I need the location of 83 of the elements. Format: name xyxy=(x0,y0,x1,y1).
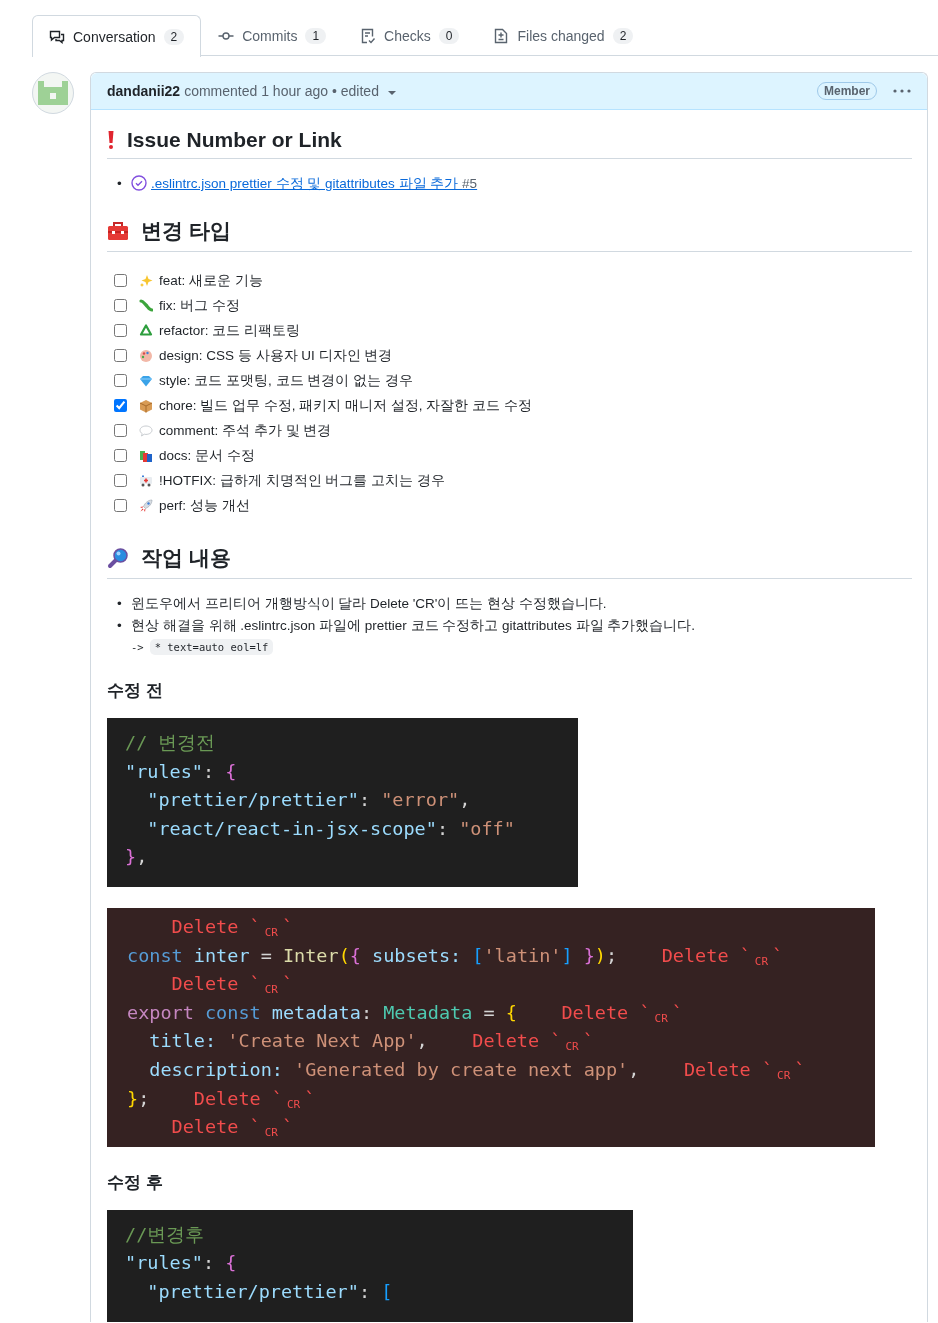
code-line: // 변경전 xyxy=(125,731,216,755)
code-line: const inter = Inter({ subsets: ['latin'] }); Delete ` $_{CR}$ ` xyxy=(127,943,784,970)
subheading: 수정 후 xyxy=(107,1171,164,1194)
checkbox[interactable] xyxy=(114,349,127,362)
caret-icon[interactable] xyxy=(386,88,397,98)
toolbox-icon xyxy=(107,221,129,241)
code-line: "prettier/prettier": [ xyxy=(146,1279,393,1304)
palette-icon xyxy=(139,348,153,363)
tab-label: Files changed xyxy=(517,28,605,44)
code-line: Delete ` $_{CR}$ ` xyxy=(170,972,294,999)
code-line: }, xyxy=(125,845,148,870)
code-line: title: 'Create Next App', Delete ` $_{CR}$ ` xyxy=(148,1029,594,1056)
speech-bubbles-icon xyxy=(49,28,65,45)
checkbox[interactable] xyxy=(114,324,127,337)
code-line: description: 'Generated by create next app', Delete ` $_{CR}$ ` xyxy=(148,1057,806,1084)
check-circle-icon xyxy=(131,175,147,191)
checkbox[interactable] xyxy=(114,374,127,387)
section-heading: 변경 타입 xyxy=(141,218,231,244)
checkbox-label: chore: 빌드 업무 수정, 패키지 매니저 설정, 자잘한 코드 수정 xyxy=(159,396,532,415)
count-badge: 2 xyxy=(612,28,634,44)
tab-label: Conversation xyxy=(73,28,156,45)
code-line: "prettier/prettier": "error", xyxy=(146,788,471,813)
diamond-icon xyxy=(139,373,153,388)
subheading: 수정 전 xyxy=(107,680,164,702)
caterpillar-icon xyxy=(139,298,153,313)
checkbox[interactable] xyxy=(114,399,127,412)
checkbox[interactable] xyxy=(114,499,127,512)
code-line: "rules": { xyxy=(125,1251,237,1276)
code-line: "react/react-in-jsx-scope": "off" xyxy=(146,816,515,841)
exclamation-icon xyxy=(107,130,115,150)
speech-bubble-icon xyxy=(139,423,153,438)
checkbox[interactable] xyxy=(114,474,127,487)
section-heading: 작업 내용 xyxy=(141,545,231,571)
checkbox-label: fix: 버그 수정 xyxy=(159,296,240,315)
tab[interactable]: Conversation 2 xyxy=(32,15,202,57)
checkbox-label: refactor: 코드 리팩토링 xyxy=(159,321,301,340)
count-badge: 2 xyxy=(163,28,185,45)
bullet: • xyxy=(117,596,123,611)
code-line: Delete ` $_{CR}$ ` xyxy=(170,1115,294,1142)
checkbox-label: design: CSS 등 사용자 UI 디자인 변경 xyxy=(159,346,393,365)
inline-code: * text=auto eol=lf xyxy=(149,639,274,655)
comment-meta: commented 1 hour ago • edited xyxy=(184,83,379,99)
code-line: Delete ` $_{CR}$ ` xyxy=(170,914,294,941)
checkbox[interactable] xyxy=(114,424,127,437)
checkbox-label: perf: 성능 개선 xyxy=(159,496,250,515)
checkbox-label: style: 코드 포맷팅, 코드 변경이 없는 경우 xyxy=(159,371,413,390)
checkbox[interactable] xyxy=(114,299,127,312)
recycle-icon xyxy=(139,323,153,338)
diff-file-icon xyxy=(493,28,510,44)
code-line: //변경후 xyxy=(125,1222,205,1247)
bullet: • xyxy=(117,176,123,191)
tab[interactable]: Checks 0 xyxy=(343,15,477,56)
identicon-icon xyxy=(38,80,68,106)
list-item-text: 윈도우에서 프리티어 개행방식이 달라 Delete 'CR'이 뜨는 현상 수정했습니다. xyxy=(131,596,607,611)
arrow-text: -> xyxy=(131,641,144,653)
sparkles-icon xyxy=(139,273,153,288)
code-line: "rules": { xyxy=(125,759,237,784)
checkbox-label: feat: 새로운 기능 xyxy=(159,271,263,290)
more-options-icon[interactable] xyxy=(893,88,911,94)
books-icon xyxy=(139,448,153,463)
section-heading: Issue Number or Link xyxy=(127,128,342,152)
author-link[interactable]: dandanii22 xyxy=(107,83,181,99)
tab-label: Checks xyxy=(384,28,431,44)
box-icon xyxy=(139,398,153,413)
code-line: }; Delete ` $_{CR}$ ` xyxy=(127,1086,316,1113)
bullet: • xyxy=(117,618,123,633)
checklist-icon xyxy=(360,28,377,44)
ambulance-icon xyxy=(139,473,153,488)
checkbox[interactable] xyxy=(114,274,127,287)
magnifier-icon xyxy=(107,547,129,569)
code-line: export const metadata: Metadata = { Delete ` $_{CR}$ ` xyxy=(127,1000,683,1027)
issue-link[interactable]: .eslintrc.json prettier 수정 및 gitattributes 파일 추가 #5 xyxy=(151,176,478,191)
checkbox-label: comment: 주석 추가 및 변경 xyxy=(159,421,332,440)
checkbox-label: !HOTFIX: 급하게 치명적인 버그를 고치는 경우 xyxy=(159,471,445,490)
checkbox[interactable] xyxy=(114,449,127,462)
count-badge: 1 xyxy=(305,28,327,44)
count-badge: 0 xyxy=(438,28,460,44)
tab[interactable]: Files changed 2 xyxy=(476,15,651,56)
tab-label: Commits xyxy=(242,28,298,44)
rocket-icon xyxy=(139,498,153,513)
list-item-text: 현상 해결을 위해 .eslintrc.json 파일에 prettier 코드 수정하고 gitattributes 파일 추가했습니다. xyxy=(131,618,696,633)
tab[interactable]: Commits 1 xyxy=(201,15,344,56)
checkbox-label: docs: 문서 수정 xyxy=(159,446,255,465)
